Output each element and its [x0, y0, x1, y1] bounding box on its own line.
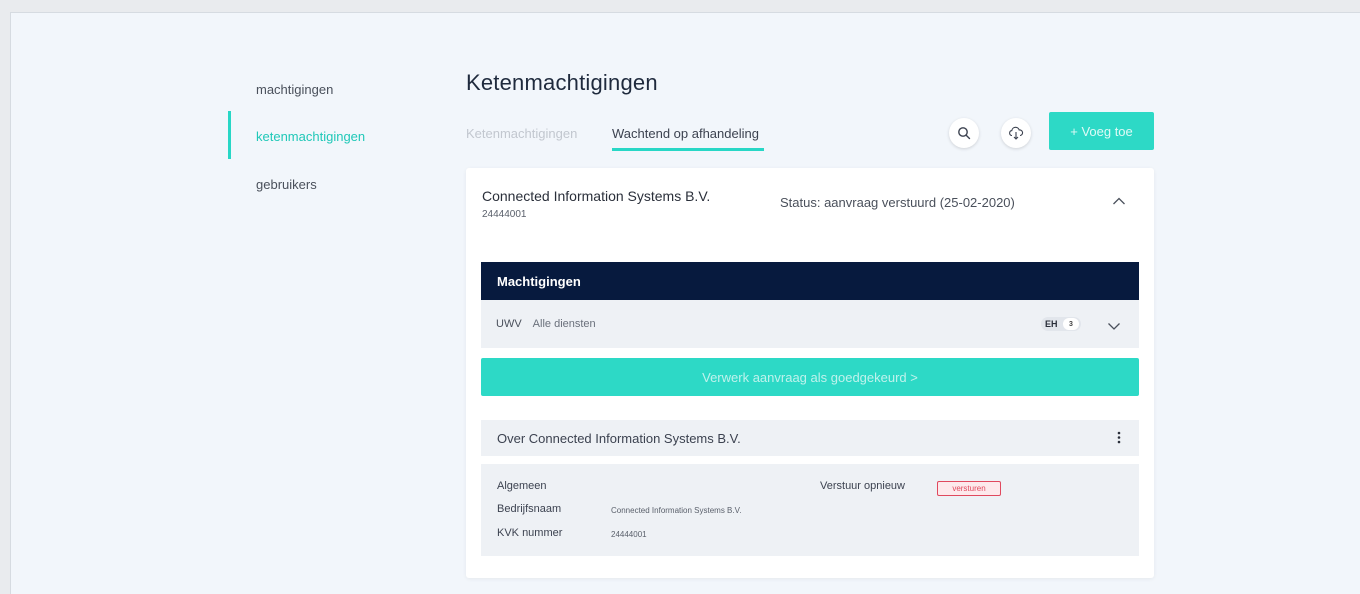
tab-wachtend-op-afhandeling[interactable]: Wachtend op afhandeling	[612, 126, 759, 141]
chevron-up-icon	[1113, 197, 1125, 205]
about-company-header: Over Connected Information Systems B.V.	[481, 420, 1139, 456]
info-section-title: Algemeen	[497, 480, 547, 492]
request-status: Status: aanvraag verstuurd (25-02-2020)	[780, 195, 1015, 210]
eh-toggle-count: 3	[1063, 318, 1079, 330]
company-info-panel: Algemeen Bedrijfsnaam Connected Informat…	[481, 464, 1139, 556]
resend-button[interactable]: versturen	[937, 481, 1001, 496]
expand-row-button[interactable]	[1107, 318, 1121, 336]
sidebar-item-machtigingen[interactable]: machtigingen	[256, 82, 333, 97]
search-icon	[958, 127, 971, 140]
add-button[interactable]: + Voeg toe	[1049, 112, 1154, 150]
eh-toggle-label: EH	[1045, 319, 1058, 329]
sidebar-item-ketenmachtigingen[interactable]: ketenmachtigingen	[256, 129, 365, 144]
download-button[interactable]	[1001, 118, 1031, 148]
page-title: Ketenmachtigingen	[466, 70, 658, 95]
collapse-button[interactable]	[1112, 193, 1126, 211]
approve-request-button[interactable]: Verwerk aanvraag als goedgekeurd >	[481, 358, 1139, 396]
active-tab-underline	[612, 148, 764, 151]
kvk-label: KVK nummer	[497, 527, 563, 539]
about-company-title: Over Connected Information Systems B.V.	[497, 430, 741, 446]
company-name-label: Bedrijfsnaam	[497, 503, 562, 515]
authorization-service: Alle diensten	[532, 318, 596, 330]
company-name-value: Connected Information Systems B.V.	[611, 506, 742, 515]
cloud-download-icon	[1009, 126, 1024, 140]
sidebar-item-gebruikers[interactable]: gebruikers	[256, 177, 317, 192]
request-card: Connected Information Systems B.V. 24444…	[466, 168, 1154, 578]
resend-label: Verstuur opnieuw	[820, 480, 905, 492]
chevron-down-icon	[1108, 323, 1120, 330]
authorization-row: UWV Alle diensten EH 3	[481, 300, 1139, 348]
company-id: 24444001	[482, 209, 527, 220]
company-name: Connected Information Systems B.V.	[482, 188, 711, 204]
sidebar-active-indicator	[228, 111, 231, 159]
more-options-button[interactable]	[1117, 431, 1121, 447]
authorization-code: UWV	[496, 318, 522, 330]
machtigingen-header: Machtigingen	[481, 262, 1139, 300]
kvk-value: 24444001	[611, 530, 647, 539]
eh-toggle[interactable]: EH 3	[1041, 317, 1081, 331]
tab-ketenmachtigingen[interactable]: Ketenmachtigingen	[466, 126, 577, 141]
search-button[interactable]	[949, 118, 979, 148]
kebab-menu-icon	[1117, 431, 1121, 444]
